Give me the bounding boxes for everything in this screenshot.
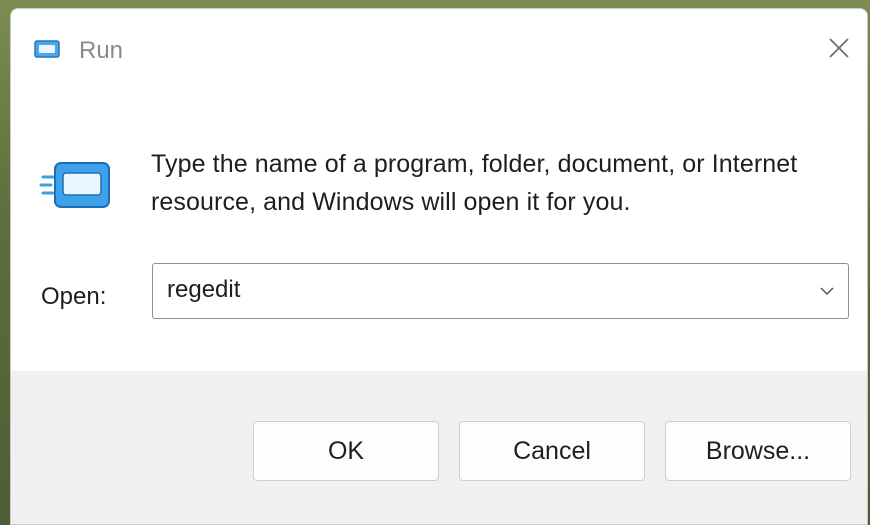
chevron-down-icon — [820, 287, 834, 296]
button-bar: OK Cancel Browse... — [11, 371, 867, 524]
open-label: Open: — [41, 283, 107, 310]
dropdown-button[interactable] — [812, 274, 842, 308]
open-combobox[interactable]: regedit — [152, 263, 849, 319]
close-icon — [829, 38, 849, 58]
title-bar[interactable]: Run — [11, 9, 867, 79]
window-title: Run — [79, 37, 124, 64]
open-input[interactable]: regedit — [167, 276, 240, 304]
run-icon — [39, 157, 113, 213]
run-dialog: Run Type the name of a program, folder, … — [10, 8, 868, 525]
cancel-button[interactable]: Cancel — [459, 421, 645, 481]
dialog-description: Type the name of a program, folder, docu… — [151, 150, 798, 216]
dialog-body: Type the name of a program, folder, docu… — [11, 79, 867, 371]
browse-button[interactable]: Browse... — [665, 421, 851, 481]
close-button[interactable] — [811, 23, 867, 73]
run-icon — [33, 39, 61, 59]
ok-button[interactable]: OK — [253, 421, 439, 481]
